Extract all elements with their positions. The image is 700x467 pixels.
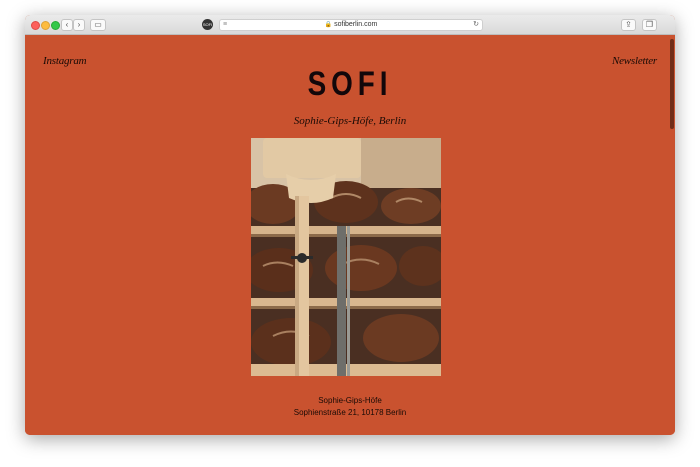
address-line-2: Sophienstraße 21, 10178 Berlin — [293, 408, 407, 417]
forward-icon[interactable]: › — [73, 19, 85, 31]
address-block: Sophie-Gips-Höfe Sophienstraße 21, 10178… — [25, 395, 675, 419]
reload-icon[interactable]: ↻ — [473, 20, 479, 30]
browser-window: ‹ › ▭ SOFI ≡ 🔒 sofiberlin.com ↻ ⇪ ❐ Insta… — [25, 15, 675, 435]
page-content: Instagram Newsletter SOFI Sophie-Gips-Hö… — [25, 35, 675, 435]
tabs-icon[interactable]: ❐ — [642, 19, 657, 31]
browser-toolbar: ‹ › ▭ SOFI ≡ 🔒 sofiberlin.com ↻ ⇪ ❐ — [25, 15, 675, 35]
zoom-window-button[interactable] — [51, 21, 60, 30]
back-icon[interactable]: ‹ — [61, 19, 73, 31]
bread-rack-photo — [251, 138, 441, 376]
url-display[interactable]: 🔒 sofiberlin.com — [220, 20, 482, 30]
newsletter-link[interactable]: Newsletter — [612, 55, 657, 67]
address-bar[interactable]: ≡ 🔒 sofiberlin.com ↻ — [219, 19, 483, 31]
url-text: sofiberlin.com — [334, 21, 378, 28]
site-favicon[interactable]: SOFI — [202, 19, 213, 30]
address-line-1: Sophie-Gips-Höfe — [318, 396, 382, 405]
lock-icon: 🔒 — [324, 22, 333, 28]
instagram-link[interactable]: Instagram — [43, 55, 87, 67]
close-window-button[interactable] — [31, 21, 40, 30]
site-subtitle: Sophie-Gips-Höfe, Berlin — [293, 115, 407, 127]
sidebar-icon[interactable]: ▭ — [90, 19, 106, 31]
minimize-window-button[interactable] — [41, 21, 50, 30]
share-icon[interactable]: ⇪ — [621, 19, 636, 31]
site-logo[interactable]: SOFI — [84, 65, 617, 104]
